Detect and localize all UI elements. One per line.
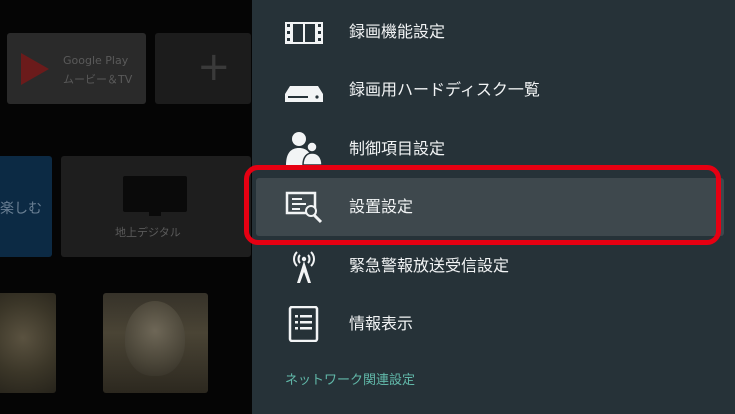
menu-item-label: 緊急警報放送受信設定 xyxy=(349,256,510,275)
document-icon xyxy=(288,306,319,342)
section-header-network-settings[interactable]: ネットワーク関連設定 xyxy=(285,369,415,388)
featured-tile[interactable]: 楽しむ xyxy=(0,156,52,257)
menu-item-label: 録画用ハードディスク一覧 xyxy=(349,80,540,99)
tile-label: 楽しむ xyxy=(0,201,42,217)
add-app-tile[interactable]: + xyxy=(155,33,251,104)
menu-item-information-display[interactable]: 情報表示 xyxy=(252,295,735,353)
users-icon xyxy=(286,132,323,166)
terrestrial-digital-tile[interactable]: 地上デジタル xyxy=(61,156,251,257)
tv-icon xyxy=(123,176,187,212)
play-logo-icon xyxy=(21,53,49,85)
content-thumbnail[interactable] xyxy=(0,293,56,393)
highlight-annotation-frame xyxy=(244,165,721,245)
plus-icon: + xyxy=(197,44,231,90)
menu-item-hard-disk-list[interactable]: 録画用ハードディスク一覧 xyxy=(252,61,735,119)
menu-item-label: 録画機能設定 xyxy=(349,22,446,41)
menu-item-recording-settings[interactable]: 録画機能設定 xyxy=(252,3,735,61)
content-thumbnail[interactable] xyxy=(103,293,208,393)
broadcast-antenna-icon xyxy=(293,251,315,283)
tile-title-line1: Google Play xyxy=(63,54,129,67)
hard-disk-icon xyxy=(285,86,323,102)
menu-item-label: 情報表示 xyxy=(349,314,414,333)
tile-label: 地上デジタル xyxy=(115,226,181,239)
menu-item-emergency-broadcast-settings[interactable]: 緊急警報放送受信設定 xyxy=(252,237,735,295)
google-play-movies-tile[interactable]: Google Play ムービー＆TV xyxy=(7,33,146,104)
tile-title-line2: ムービー＆TV xyxy=(63,73,133,86)
background-launcher: Google Play ムービー＆TV + 楽しむ 地上デジタル xyxy=(0,0,252,414)
film-icon xyxy=(285,22,323,44)
